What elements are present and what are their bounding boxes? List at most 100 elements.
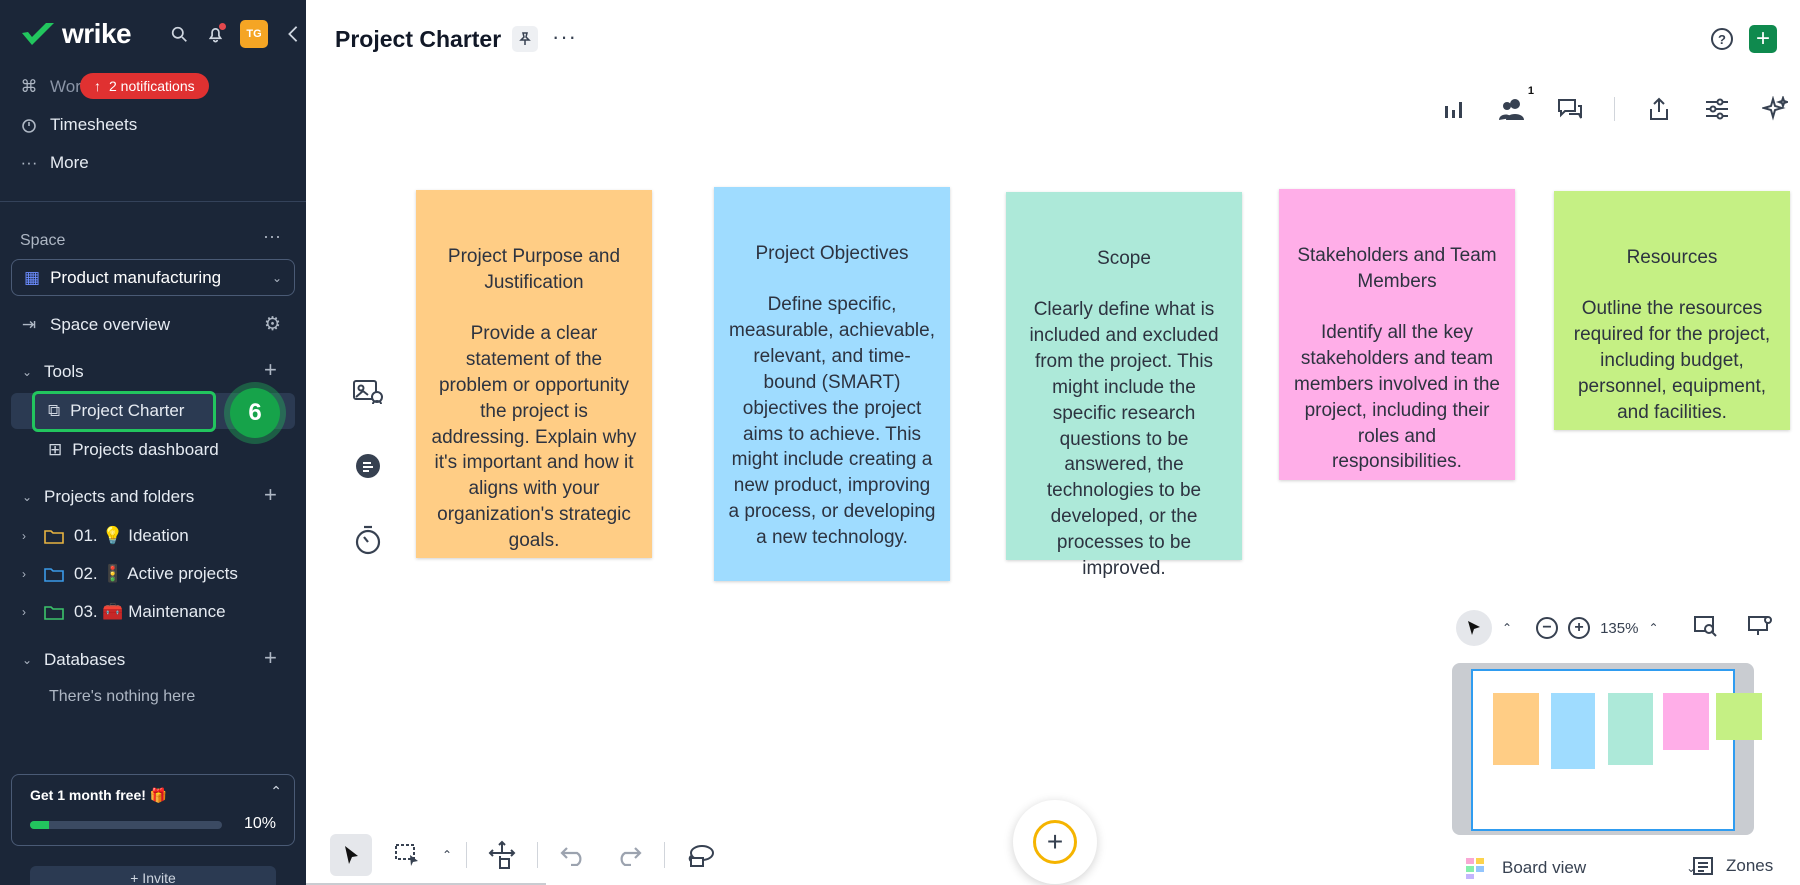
- notification-dot: [219, 23, 226, 30]
- undo-icon[interactable]: [552, 834, 594, 876]
- zoom-level[interactable]: 135%: [1600, 620, 1638, 637]
- bell-icon[interactable]: [204, 23, 226, 45]
- arrow-up-icon: ↑: [94, 78, 101, 94]
- help-icon[interactable]: ?: [1711, 28, 1733, 50]
- users-count-badge: 1: [1527, 85, 1534, 97]
- tools-section[interactable]: ⌄ Tools: [22, 362, 84, 382]
- chevron-down-icon: ⌄: [22, 365, 33, 379]
- find-on-board-icon[interactable]: [1693, 615, 1717, 642]
- more-options-icon[interactable]: ···: [552, 24, 577, 50]
- space-more-icon[interactable]: ···: [263, 226, 281, 247]
- promo-progress-bar: [30, 821, 222, 829]
- add-item-fab[interactable]: +: [1013, 800, 1097, 884]
- add-button[interactable]: +: [1749, 25, 1777, 53]
- templates-icon[interactable]: [352, 376, 384, 408]
- promo-percent: 10%: [243, 815, 276, 832]
- promo-card[interactable]: Get 1 month free! 🎁 ⌃ 10%: [11, 774, 295, 846]
- invite-button[interactable]: + Invite: [30, 866, 276, 885]
- add-database-icon[interactable]: +: [264, 645, 277, 671]
- note-title: Scope: [1097, 247, 1151, 269]
- gear-icon[interactable]: ⚙: [264, 313, 281, 336]
- settings-sliders-icon[interactable]: [1703, 95, 1731, 123]
- comments-icon[interactable]: [1556, 95, 1584, 123]
- timer-icon[interactable]: [352, 524, 384, 556]
- space-icon: ▦: [24, 267, 41, 287]
- sparkle-ai-icon[interactable]: [1761, 95, 1789, 123]
- chart-icon[interactable]: [1440, 95, 1468, 123]
- minimap-note: [1716, 693, 1762, 740]
- folder-item[interactable]: › 03. 🧰 Maintenance: [22, 602, 226, 622]
- minimap-note: [1493, 693, 1539, 765]
- promo-progress-fill: [30, 821, 50, 829]
- minimap-note: [1608, 693, 1653, 765]
- tools-label: Tools: [44, 362, 84, 381]
- users-icon[interactable]: 1: [1498, 85, 1534, 123]
- folder-icon: [44, 530, 64, 544]
- board-view-selector[interactable]: Board view ⌄: [1464, 856, 1696, 880]
- highlight-box: [32, 391, 216, 432]
- page-title: Project Charter: [335, 26, 502, 52]
- space-selector[interactable]: ▦ Product manufacturing ⌄: [11, 259, 295, 296]
- pointer-icon[interactable]: [1456, 610, 1492, 646]
- dashboard-icon: ⊞: [48, 440, 63, 459]
- pan-hand-icon[interactable]: [481, 834, 523, 876]
- nav-item-label: Timesheets: [50, 115, 138, 134]
- search-icon[interactable]: [168, 23, 190, 45]
- minimap[interactable]: [1452, 663, 1762, 835]
- chevron-up-icon[interactable]: ⌃: [1502, 621, 1512, 635]
- folder-item[interactable]: › 01. 💡 Ideation: [22, 526, 189, 546]
- sidebar-divider: [0, 201, 306, 202]
- brand-name: wrike: [62, 18, 132, 49]
- space-overview-label: Space overview: [50, 315, 171, 334]
- add-project-icon[interactable]: +: [264, 482, 277, 508]
- folder-item[interactable]: › 02. 🚦 Active projects: [22, 564, 238, 584]
- note-body: Outline the resources required for the p…: [1573, 298, 1771, 423]
- present-settings-icon[interactable]: [1747, 615, 1773, 642]
- marquee-select-icon[interactable]: [386, 834, 428, 876]
- minimap-viewport: [1471, 669, 1762, 831]
- zones-icon: [1693, 857, 1713, 875]
- sticky-note[interactable]: Resources Outline the resources required…: [1554, 191, 1790, 430]
- board-view-icon: [1466, 858, 1484, 879]
- toolbar-separator: [466, 842, 468, 868]
- bottom-toolbar: ⌃: [330, 834, 721, 876]
- chevron-up-icon[interactable]: ⌃: [442, 848, 452, 862]
- lasso-icon[interactable]: [679, 834, 721, 876]
- note-title: Resources: [1626, 246, 1718, 268]
- zones-button[interactable]: Zones: [1692, 856, 1773, 876]
- overview-icon: ⇥: [21, 315, 37, 334]
- space-overview[interactable]: ⇥ Space overview: [20, 315, 170, 335]
- wrike-logo[interactable]: wrike: [20, 18, 132, 50]
- collapse-chevron-icon[interactable]: [282, 23, 304, 45]
- zoom-in-icon[interactable]: +: [1568, 617, 1591, 639]
- zoom-out-icon[interactable]: −: [1536, 617, 1559, 639]
- avatar[interactable]: TG: [240, 20, 268, 48]
- zoom-controls: ⌃ − + 135% ⌃: [1456, 610, 1773, 646]
- chevron-right-icon: ›: [22, 529, 26, 543]
- sticky-note[interactable]: Stakeholders and Team Members Identify a…: [1279, 189, 1515, 480]
- nav-item-timesheets[interactable]: Timesheets: [20, 115, 137, 135]
- sidebar-header-icons: TG: [168, 20, 304, 48]
- comment-bubble-icon[interactable]: [352, 450, 384, 482]
- databases-section[interactable]: ⌄ Databases: [22, 650, 125, 670]
- chevron-up-icon[interactable]: ⌃: [1648, 621, 1658, 635]
- add-tool-icon[interactable]: +: [264, 357, 277, 383]
- tool-item-projects-dashboard[interactable]: ⊞ Projects dashboard: [48, 440, 219, 460]
- projects-section[interactable]: ⌄ Projects and folders: [22, 487, 194, 507]
- nav-item-more[interactable]: ··· More: [20, 153, 89, 173]
- sticky-note[interactable]: Project Purpose and Justification Provid…: [416, 190, 652, 558]
- tool-item-label: Projects dashboard: [72, 440, 219, 459]
- redo-icon[interactable]: [608, 834, 650, 876]
- notifications-pill[interactable]: ↑ 2 notifications: [80, 73, 209, 99]
- note-title: Project Objectives: [755, 242, 909, 264]
- sticky-note[interactable]: Scope Clearly define what is included an…: [1006, 192, 1242, 579]
- share-icon[interactable]: [1645, 95, 1673, 123]
- space-label: Space: [20, 232, 66, 249]
- work-icon: ⌘: [20, 77, 38, 96]
- sticky-note[interactable]: Project Objectives Define specific, meas…: [714, 187, 950, 581]
- nav-item-work[interactable]: ⌘ Work: [20, 77, 90, 97]
- select-pointer-icon[interactable]: [330, 834, 372, 876]
- minimap-note: [1663, 693, 1709, 750]
- chevron-up-icon[interactable]: ⌃: [270, 783, 282, 800]
- pin-icon[interactable]: [512, 26, 538, 52]
